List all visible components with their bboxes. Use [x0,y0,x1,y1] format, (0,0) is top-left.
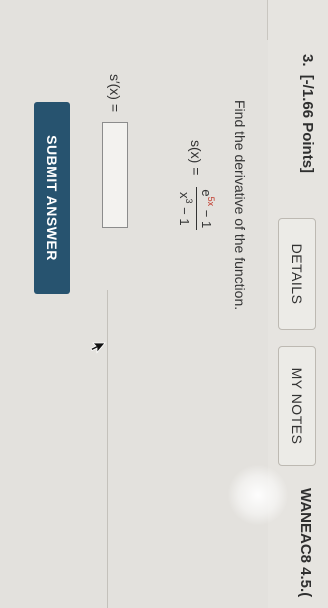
my-notes-button[interactable]: MY NOTES [278,346,316,466]
numerator-rest: − 1 [199,206,214,229]
function-name: s(x) = [188,140,205,176]
fraction-numerator: e5x − 1 [196,187,216,231]
screen-glare [228,465,288,525]
denominator-rest: − 1 [177,203,192,226]
answer-input[interactable] [102,122,128,229]
answer-label: s′(x) = [107,74,123,113]
question-points: [-/1.66 Points] [299,74,316,174]
assignment-code: WANEAC8 4.5.( [297,488,314,598]
function-expression: s(x) = e5x − 1 x3 − 1 [177,140,216,231]
question-number: 3. [299,54,316,67]
screen: 3. [-/1.66 Points] DETAILS MY NOTES WANE… [0,0,328,608]
question-title: 3. [-/1.66 Points] [299,54,316,173]
fraction-denominator: x3 − 1 [177,192,196,226]
question-panel: Find the derivative of the function. s(x… [0,40,268,608]
submit-answer-button[interactable]: SUBMIT ANSWER [34,102,70,294]
mouse-pointer-icon [90,342,106,354]
numerator-exponent: 5x [206,196,216,207]
question-prompt: Find the derivative of the function. [232,100,248,311]
panel-divider [107,290,108,608]
answer-row: s′(x) = [102,74,128,229]
function-fraction: e5x − 1 x3 − 1 [177,187,216,231]
numerator-base: e [199,189,214,197]
details-button[interactable]: DETAILS [278,218,316,330]
